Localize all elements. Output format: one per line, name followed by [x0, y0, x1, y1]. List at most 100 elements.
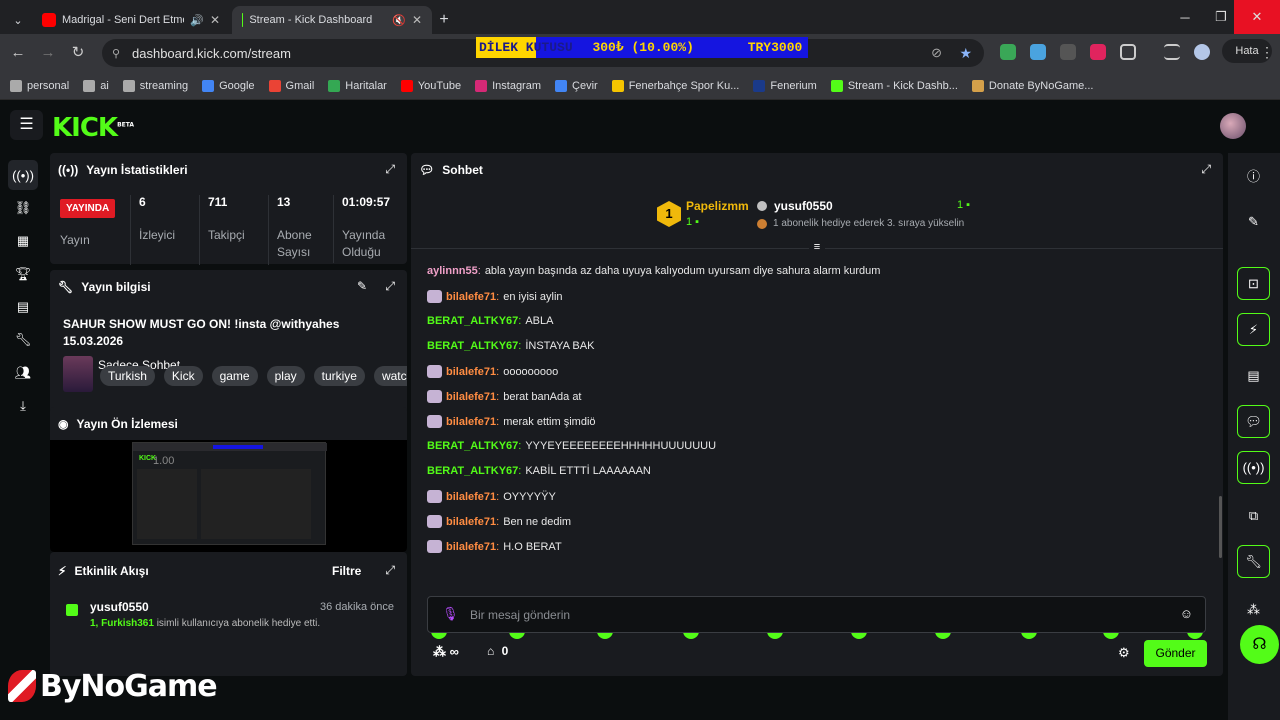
share-icon[interactable]: ⁂ — [1237, 593, 1270, 626]
bookmark-2[interactable]: streaming — [122, 79, 188, 92]
screen-capture-icon[interactable]: ⊡ — [1237, 267, 1270, 300]
back-button[interactable]: ← — [8, 43, 28, 63]
chat-username[interactable]: bilalefe71 — [446, 516, 496, 528]
tag-chip[interactable]: Kick — [163, 366, 203, 386]
support-headset-icon[interactable]: ☊ — [1240, 625, 1279, 664]
pencil-icon[interactable]: ✎ — [1237, 205, 1270, 238]
profile-avatar-icon[interactable] — [1194, 44, 1210, 60]
kick-logo[interactable]: KICKBETA — [52, 113, 134, 143]
bookmark-12[interactable]: Donate ByNoGame... — [971, 79, 1093, 92]
tag-chip[interactable]: game — [211, 366, 258, 386]
chat-username[interactable]: BERAT_ALTKY67 — [427, 340, 518, 352]
reload-button[interactable]: ↻ — [68, 43, 88, 63]
video-off-icon[interactable]: ⊘ — [931, 45, 942, 61]
tab-search-button[interactable]: ⌄ — [6, 6, 30, 34]
tag-chip[interactable]: turkiye — [313, 366, 365, 386]
reading-list-icon[interactable] — [1164, 44, 1180, 60]
edit-icon[interactable]: ✎ — [357, 279, 367, 293]
chat-username[interactable]: BERAT_ALTKY67 — [427, 440, 518, 452]
chat-input[interactable]: 🎙︎ Bir mesaj gönderin ☺ — [427, 596, 1206, 633]
lightning-action-icon[interactable]: ⚡︎ — [1237, 313, 1270, 346]
chat-icon: 💬︎ — [419, 163, 435, 177]
site-info-icon[interactable]: ⚲ — [112, 47, 120, 60]
broadcast-action-icon[interactable]: ((•)) — [1237, 451, 1270, 484]
nav-analytics-icon[interactable]: ▦ — [8, 226, 38, 256]
profile-button-label: Hata — [1235, 45, 1259, 57]
bookmark-8[interactable]: Çevir — [555, 79, 598, 92]
stream-stats-panel: ((•)) Yayın İstatistikleri ⤢ YAYINDA Yayı… — [50, 153, 407, 265]
extension-dark-icon[interactable] — [1060, 44, 1076, 60]
menu-dots-icon[interactable]: ⋮ — [1260, 44, 1274, 61]
bookmark-1[interactable]: ai — [83, 79, 109, 92]
nav-trophy-icon[interactable]: 🏆︎ — [8, 259, 38, 289]
forward-button[interactable]: → — [38, 43, 58, 63]
bookmark-7[interactable]: Instagram — [475, 79, 541, 92]
nav-download-icon[interactable]: ⤓ — [8, 391, 38, 421]
speaker-icon[interactable]: 🔊 — [190, 14, 204, 27]
expand-icon[interactable]: ⤢ — [385, 279, 395, 294]
bookmark-4[interactable]: Gmail — [268, 79, 314, 92]
chat-bubble-icon[interactable]: 💬︎ — [1237, 405, 1270, 438]
preview-frame[interactable]: KICK 1.00 — [50, 440, 407, 552]
nav-wrench-icon[interactable]: 🔧︎ — [8, 325, 38, 355]
leaderboard-collapse-icon[interactable]: ≡ — [809, 241, 825, 255]
chat-username[interactable]: BERAT_ALTKY67 — [427, 465, 518, 477]
tab-madrigal[interactable]: Madrigal - Seni Dert Etmeler 🔊 ✕ — [32, 6, 230, 34]
chat-username[interactable]: BERAT_ALTKY67 — [427, 315, 518, 327]
notes-icon[interactable]: ▤ — [1237, 359, 1270, 392]
expand-icon[interactable]: ⤢ — [385, 162, 395, 177]
extension-shield-icon[interactable] — [1000, 44, 1016, 60]
chat-username[interactable]: aylinnn55 — [427, 265, 478, 277]
wrench-action-icon[interactable]: 🔧︎ — [1237, 545, 1270, 578]
chat-username[interactable]: bilalefe71 — [446, 366, 496, 378]
tag-chip[interactable]: Turkish — [100, 366, 155, 386]
points-indicator[interactable]: ⁂ ∞ — [433, 644, 459, 660]
mute-icon[interactable]: 🔇 — [392, 14, 406, 27]
chat-message: aylinnn55: abla yayın başında az daha uyu… — [427, 265, 881, 277]
bookmark-3[interactable]: Google — [202, 79, 255, 92]
send-button[interactable]: Gönder — [1144, 640, 1207, 667]
bookmark-10[interactable]: Fenerium — [753, 79, 817, 92]
tab-kick-dashboard[interactable]: Stream - Kick Dashboard 🔇 ✕ — [232, 6, 432, 34]
bookmark-9[interactable]: Fenerbahçe Spor Ku... — [611, 79, 739, 92]
bookmark-6[interactable]: YouTube — [400, 79, 461, 92]
nav-video-icon[interactable]: ▤ — [8, 292, 38, 322]
close-icon[interactable]: ✕ — [210, 13, 220, 27]
chat-username[interactable]: bilalefe71 — [446, 291, 496, 303]
bookmark-11[interactable]: Stream - Kick Dashb... — [830, 79, 958, 92]
nav-link-icon[interactable]: ⛓ — [8, 193, 38, 223]
new-tab-button[interactable]: + — [432, 6, 456, 34]
window-close-button[interactable]: ✕ — [1234, 0, 1280, 34]
hamburger-menu-button[interactable]: ☰ — [10, 110, 43, 140]
info-icon[interactable]: ⓘ — [1237, 159, 1270, 192]
category-thumbnail[interactable] — [63, 356, 93, 392]
chat-username[interactable]: bilalefe71 — [446, 491, 496, 503]
tag-chip[interactable]: watch — [373, 366, 407, 386]
expand-icon[interactable]: ⤢ — [1201, 162, 1211, 177]
close-icon[interactable]: ✕ — [412, 13, 422, 27]
nav-stream-icon[interactable]: ((•)) — [8, 160, 38, 190]
expand-icon[interactable]: ⤢ — [385, 563, 395, 578]
chat-username[interactable]: bilalefe71 — [446, 541, 496, 553]
chat-username[interactable]: bilalefe71 — [446, 416, 496, 428]
store-indicator[interactable]: ⌂ 0 — [487, 644, 508, 658]
chat-username[interactable]: bilalefe71 — [446, 391, 496, 403]
microphone-icon[interactable]: 🎙︎ — [442, 606, 459, 622]
extension-video-icon[interactable] — [1090, 44, 1106, 60]
extensions-puzzle-icon[interactable] — [1120, 44, 1136, 60]
bookmark-5[interactable]: Haritalar — [328, 79, 387, 92]
tag-chip[interactable]: play — [266, 366, 305, 386]
star-icon[interactable]: ★ — [959, 45, 972, 62]
extension-translate-icon[interactable] — [1030, 44, 1046, 60]
emoji-icon[interactable]: ☺ — [1180, 606, 1193, 621]
settings-gear-icon[interactable]: ⚙ — [1118, 645, 1130, 661]
user-avatar[interactable] — [1220, 113, 1246, 139]
bookmark-0[interactable]: personal — [10, 79, 69, 92]
layout-icon[interactable]: ⧉ — [1237, 499, 1270, 532]
nav-users-icon[interactable]: 👥︎ — [8, 358, 38, 388]
chat-scrollbar[interactable] — [1219, 496, 1222, 558]
leaderboard-second-name[interactable]: yusuf0550 — [774, 199, 833, 213]
leaderboard-first-name[interactable]: Papelizmm — [686, 199, 749, 213]
filter-button[interactable]: Filtre — [332, 564, 361, 578]
chat-text: H.O BERAT — [503, 540, 562, 553]
